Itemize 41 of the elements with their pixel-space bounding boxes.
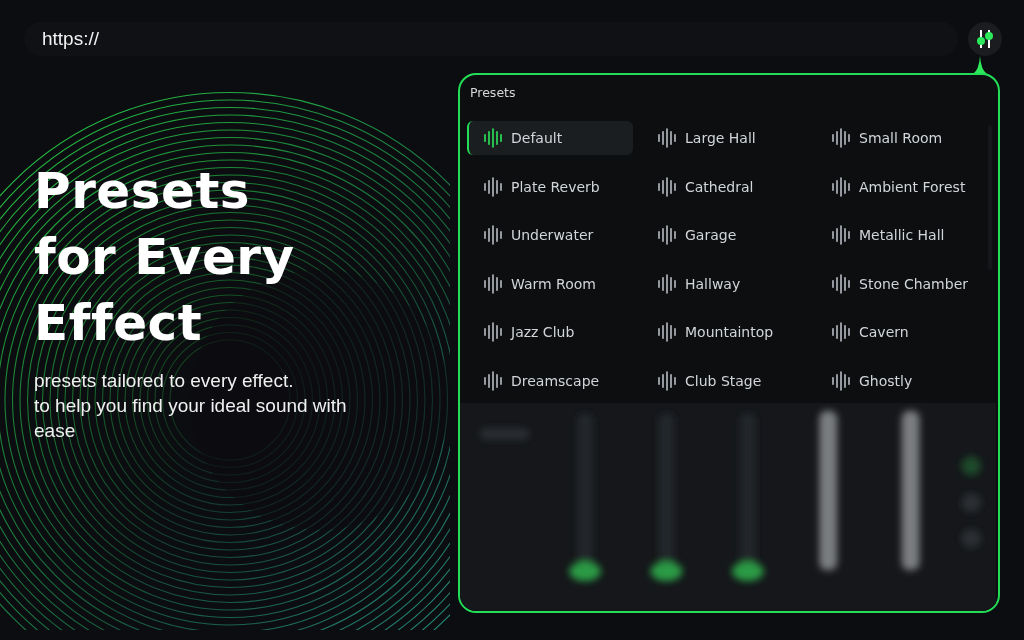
extension-button[interactable] [968,22,1002,56]
waveform-icon [831,225,851,245]
sliders-icon [974,28,996,50]
waveform-icon [483,273,503,294]
panel-title: Presets [469,84,517,102]
preset-item[interactable]: Club Stage [641,363,807,398]
address-bar[interactable]: https:// [24,22,958,56]
waveform-icon [657,225,677,245]
waveform-icon [483,128,503,148]
preset-item[interactable]: Plate Reverb [467,169,633,204]
preset-item[interactable]: Underwater [467,218,633,252]
waveform-icon [657,370,677,391]
waveform-icon [831,128,851,148]
preset-item[interactable]: Large Hall [641,121,807,155]
waveform-icon [483,176,503,197]
waveform-icon [831,370,851,391]
preset-item[interactable]: Dreamscape [467,363,633,398]
preset-item[interactable]: Hallway [641,266,807,301]
waveform-icon [657,322,677,342]
waveform-icon [831,273,851,294]
waveform-icon [831,176,851,197]
preset-item[interactable]: Cathedral [641,169,807,204]
preset-item[interactable]: Default [467,121,633,155]
preset-item[interactable]: Cavern [815,315,981,349]
preset-item[interactable]: Warm Room [467,266,633,301]
preset-item[interactable]: Small Room [815,121,981,155]
waveform-icon [483,370,503,391]
preset-item[interactable]: Ghostly [815,363,981,398]
preset-item[interactable]: Metallic Hall [815,218,981,252]
waveform-icon [657,128,677,148]
waveform-icon [657,176,677,197]
preset-item[interactable]: Mountaintop [641,315,807,349]
waveform-icon [657,273,677,294]
subtitle-text: presets tailored to every effect. to help you find your ideal sound with ease [34,369,348,443]
preset-item[interactable]: Stone Chamber [815,266,981,301]
waveform-icon [831,322,851,342]
waveform-icon [483,225,503,245]
preset-item[interactable]: Garage [641,218,807,252]
preset-item[interactable]: Jazz Club [467,315,633,349]
waveform-icon [483,322,503,342]
preset-item[interactable]: Ambient Forest [815,169,981,204]
